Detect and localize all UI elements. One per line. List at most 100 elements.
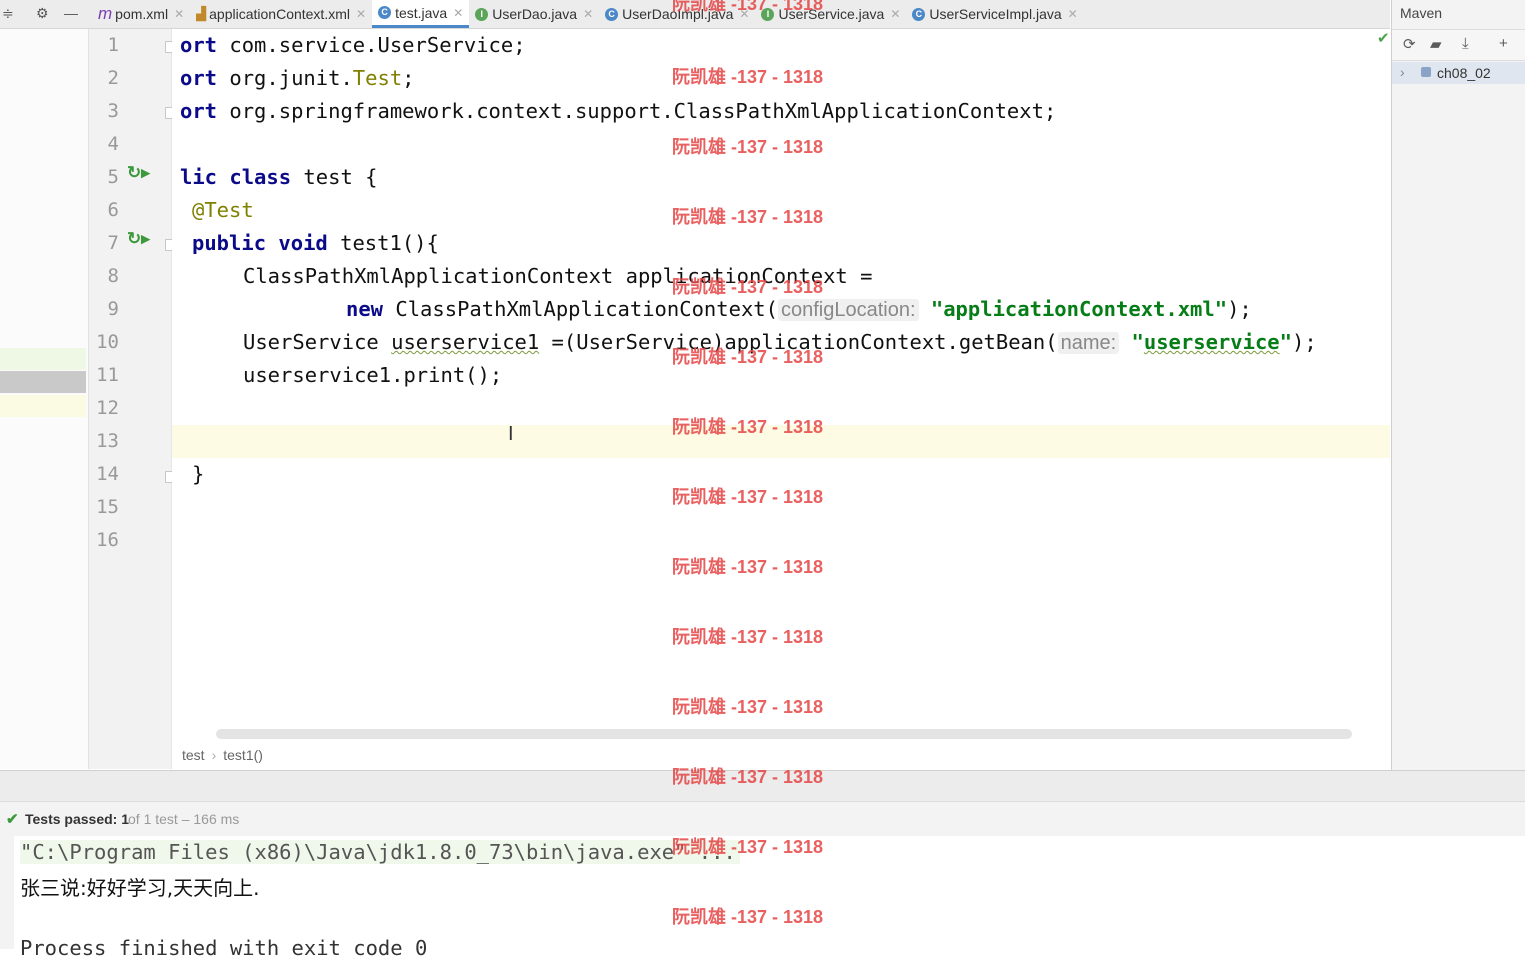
watermark-text: 阮凯雄 -137 - 1318 — [672, 277, 824, 297]
watermark-text: 阮凯雄 -137 - 1318 — [672, 557, 824, 577]
line-number: 7 — [107, 232, 119, 254]
chevron-right-icon: › — [211, 747, 217, 763]
breadcrumb-item[interactable]: test — [182, 747, 205, 763]
line-number: 11 — [96, 364, 119, 386]
tab-label: UserServiceImpl.java — [929, 6, 1062, 22]
change-marker — [0, 348, 86, 370]
maven-panel: Maven ⟳ ▰ ⤓ + › ch08_02 — [1391, 0, 1525, 770]
code-line: lic class test { — [180, 161, 378, 194]
variable: userservice1 — [391, 330, 540, 354]
line-number: 2 — [107, 67, 119, 89]
tab-test-java[interactable]: C test.java ✕ — [372, 0, 470, 28]
line-number: 9 — [107, 298, 119, 320]
string-literal: "applicationContext.xml" — [930, 297, 1228, 321]
breadcrumb: test › test1() — [182, 747, 263, 763]
close-icon[interactable]: ✕ — [890, 7, 900, 21]
add-icon[interactable]: + — [1499, 35, 1508, 52]
close-icon[interactable]: ✕ — [174, 7, 184, 21]
line-number: 6 — [107, 199, 119, 221]
watermark-text: 阮凯雄 -137 - 1318 — [672, 347, 824, 367]
line-number: 16 — [96, 529, 119, 551]
console-gutter — [0, 836, 14, 949]
keyword: ort — [180, 99, 218, 123]
close-icon[interactable]: ✕ — [583, 7, 593, 21]
watermark-text: 阮凯雄 -137 - 1318 — [672, 697, 824, 717]
tab-label: test.java — [395, 4, 448, 21]
tab-userdao-java[interactable]: I UserDao.java ✕ — [469, 0, 599, 28]
code-text: test1(){ — [327, 231, 439, 255]
watermark-text: 阮凯雄 -137 - 1318 — [672, 67, 824, 87]
code-line: } — [192, 462, 205, 486]
keyword: ort — [180, 66, 218, 90]
tab-label: applicationContext.xml — [209, 6, 350, 22]
code-text: ); — [1227, 297, 1252, 321]
gear-icon[interactable]: ⚙ — [36, 5, 49, 22]
test-status-bar: ✔ Tests passed: 1 of 1 test – 166 ms — [0, 801, 1525, 837]
watermark-text: 阮凯雄 -137 - 1318 — [672, 907, 824, 927]
parameter-hint: configLocation: — [777, 299, 919, 321]
tab-application-context-xml[interactable]: ▟ applicationContext.xml ✕ — [190, 0, 372, 28]
horizontal-scrollbar[interactable] — [216, 729, 1352, 739]
spring-xml-icon: ▟ — [196, 6, 207, 21]
maven-title: Maven — [1400, 5, 1443, 21]
line-number: 3 — [107, 100, 119, 122]
code-text: ); — [1291, 330, 1317, 354]
watermark-text: 阮凯雄 -137 - 1318 — [672, 487, 824, 507]
watermark-text: 阮凯雄 -137 - 1318 — [672, 417, 824, 437]
keyword: lic — [180, 165, 218, 189]
console-line: 张三说:好好学习,天天向上. — [20, 876, 260, 900]
close-icon[interactable]: ✕ — [453, 6, 463, 20]
download-icon[interactable]: ⤓ — [1462, 35, 1469, 52]
watermark-text: 阮凯雄 -137 - 1318 — [672, 837, 824, 857]
close-icon[interactable]: ✕ — [1068, 7, 1078, 21]
test-passed-check-icon: ✔ — [6, 811, 19, 828]
java-class-icon: C — [912, 7, 926, 21]
reload-icon[interactable]: ⟳ — [1403, 35, 1416, 53]
code-text: UserService — [243, 330, 392, 354]
code-text: ClassPathXmlApplicationContext( — [383, 297, 778, 321]
maven-project-item[interactable]: › ch08_02 — [1392, 62, 1525, 84]
project-tool-strip — [0, 29, 89, 769]
tab-label: pom.xml — [115, 6, 169, 22]
watermark-text: 阮凯雄 -137 - 1318 — [672, 0, 824, 14]
code-line: public void test1(){ — [192, 227, 439, 260]
code-text: ; — [402, 66, 415, 90]
keyword: class — [229, 165, 292, 189]
string-quote: " — [1279, 330, 1292, 354]
keyword: ort — [180, 33, 218, 57]
java-class-icon: C — [378, 6, 392, 19]
chevron-right-icon[interactable]: › — [1400, 64, 1405, 80]
generate-sources-icon[interactable]: ▰ — [1430, 35, 1442, 53]
code-line: ort com.service.UserService; — [180, 29, 526, 62]
watermark-text: 阮凯雄 -137 - 1318 — [672, 627, 824, 647]
code-line: ort org.junit.Test; — [180, 62, 415, 95]
collapse-icon[interactable]: ≑ — [2, 5, 14, 22]
watermark-text: 阮凯雄 -137 - 1318 — [672, 207, 824, 227]
parameter-hint: name: — [1057, 332, 1120, 354]
close-icon[interactable]: ✕ — [356, 7, 366, 21]
selection-marker — [0, 371, 86, 393]
tab-pom-xml[interactable]: m pom.xml ✕ — [92, 0, 190, 28]
line-number: 15 — [96, 496, 119, 518]
test-status-label: Tests passed: 1 — [25, 811, 130, 827]
maven-module-icon — [1421, 67, 1431, 77]
text-cursor-icon: I — [508, 423, 514, 445]
java-interface-icon: I — [475, 7, 489, 21]
code-line: ort org.springframework.context.support.… — [180, 95, 1056, 128]
breadcrumb-item[interactable]: test1() — [223, 747, 263, 763]
line-number: 13 — [96, 430, 119, 452]
run-test-class-icon[interactable]: ↻▸ — [127, 163, 150, 183]
watermark-text: 阮凯雄 -137 - 1318 — [672, 767, 824, 787]
keyword: public — [192, 231, 267, 255]
java-class-icon: C — [605, 7, 619, 21]
maven-toolbar: ⟳ ▰ ⤓ + — [1392, 29, 1525, 61]
line-number: 14 — [96, 463, 119, 485]
line-number: 10 — [96, 331, 119, 353]
no-problems-check-icon: ✔ — [1377, 30, 1390, 47]
tab-userserviceimpl-java[interactable]: C UserServiceImpl.java ✕ — [906, 0, 1083, 28]
minimize-icon[interactable]: — — [64, 5, 78, 21]
code-text: org.springframework.context.support.Clas… — [217, 99, 1057, 123]
console-line: Process finished with exit code 0 — [20, 936, 428, 960]
run-test-method-icon[interactable]: ↻▸ — [127, 229, 150, 249]
line-number-gutter: 1 2 3 4 5 6 7 8 9 10 11 12 13 14 15 16 ↻… — [89, 29, 177, 769]
